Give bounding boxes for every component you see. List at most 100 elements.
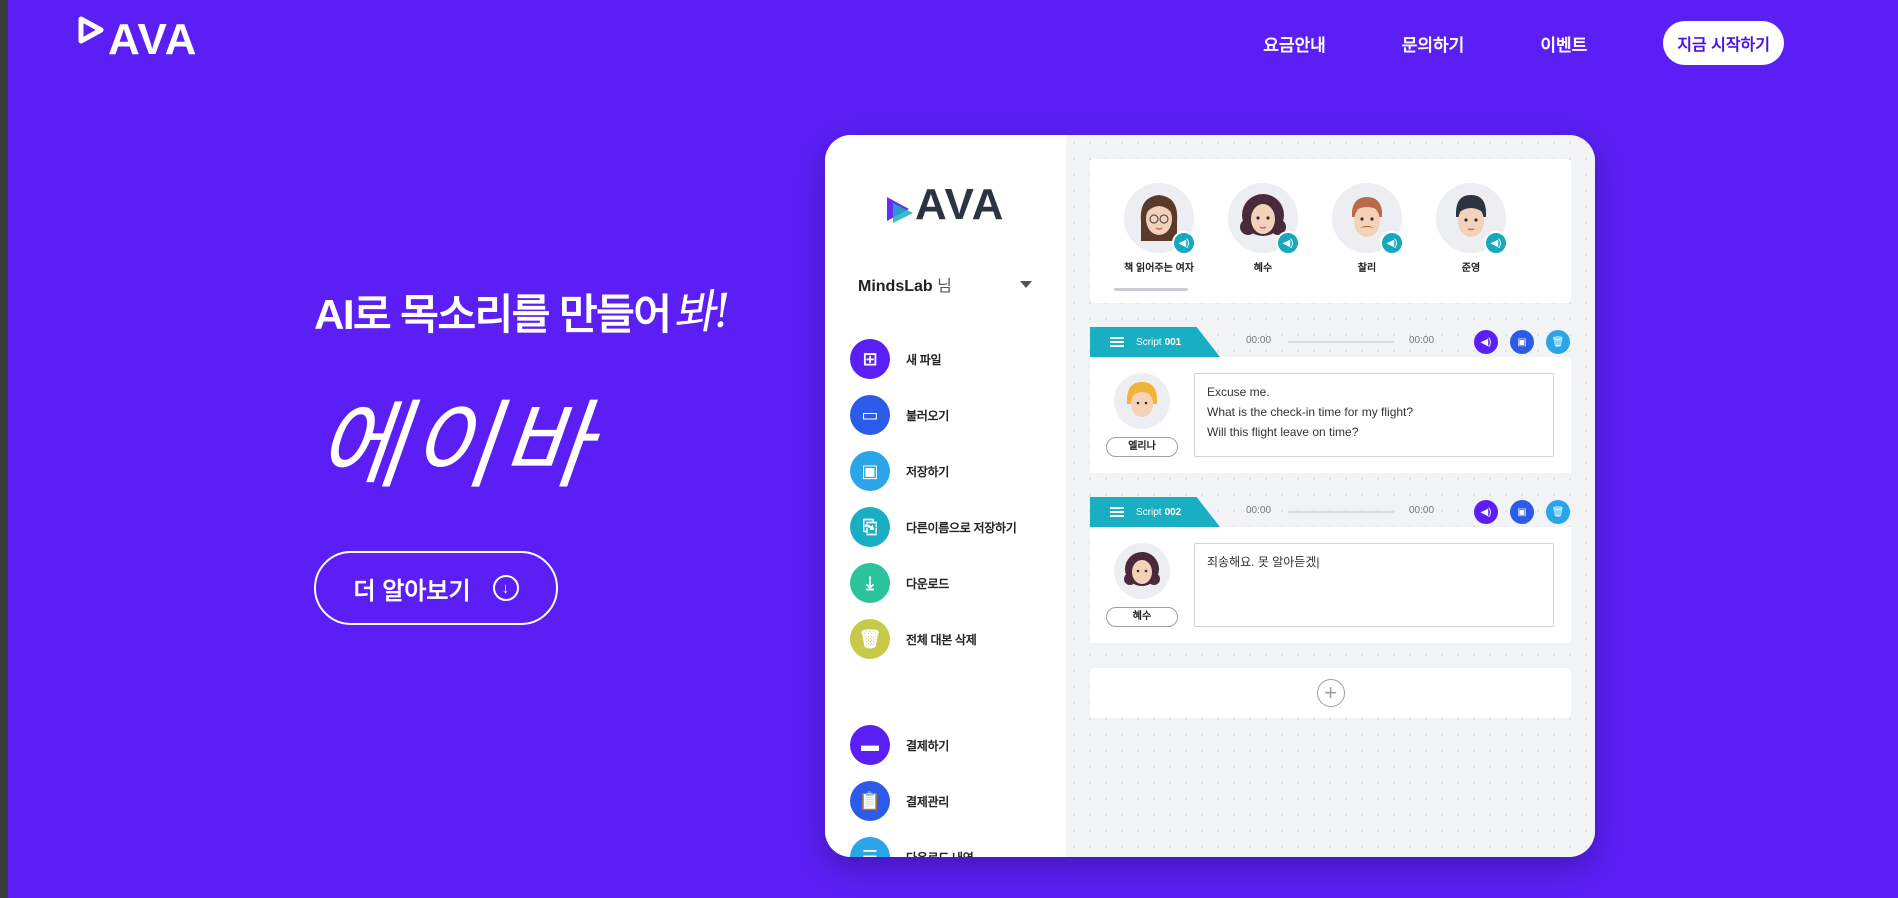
script-block: Script 002 00:00 00:00 ◀) ▣ 🗑 혜수 죄송해요. 못… <box>1090 497 1571 643</box>
sidebar-menu-label: 전체 대본 삭제 <box>906 632 977 647</box>
trash-icon: 🗑 <box>850 619 890 659</box>
voice-scrollbar[interactable] <box>1114 288 1188 291</box>
drag-handle-icon[interactable] <box>1110 337 1124 347</box>
user-suffix: 님 <box>937 278 952 295</box>
avatar: ◀) <box>1332 183 1404 255</box>
nav-contact[interactable]: 문의하기 <box>1402 31 1465 56</box>
voice-card[interactable]: ◀) 준영 <box>1426 183 1516 274</box>
save-icon: ▣ <box>850 451 890 491</box>
time-end: 00:00 <box>1409 505 1435 516</box>
play-audio-icon[interactable]: ◀) <box>1474 500 1498 524</box>
speaker-select[interactable]: 혜수 <box>1106 607 1178 627</box>
delete-icon[interactable]: 🗑 <box>1546 500 1570 524</box>
play-audio-icon[interactable]: ◀) <box>1474 330 1498 354</box>
time-start: 00:00 <box>1246 335 1272 346</box>
voice-name: 찰리 <box>1357 263 1377 274</box>
hero-title-hand: 봐! <box>670 283 733 341</box>
app-main: ◀) 책 읽어주는 여자 ◀) 혜수 ◀) 찰리 ◀) 준영 Script 00… <box>1066 135 1595 857</box>
voice-card[interactable]: ◀) 혜수 <box>1218 183 1308 274</box>
script-label-num: 001 <box>1164 336 1182 348</box>
sidebar-menu-label: 결제하기 <box>906 738 949 753</box>
script-text-input[interactable]: Excuse me. What is the check-in time for… <box>1194 373 1554 457</box>
sidebar-menu-item[interactable]: ☰ 다운로드 내역 <box>850 829 974 858</box>
user-menu[interactable]: MindsLab 님 <box>858 272 1032 296</box>
script-label-prefix: Script <box>1136 336 1162 348</box>
add-script-area[interactable]: + <box>1090 668 1571 718</box>
start-now-button[interactable]: 지금 시작하기 <box>1663 21 1784 65</box>
learn-more-button[interactable]: 더 알아보기 ↓ <box>314 551 558 625</box>
sidebar-menu-item[interactable]: ⤓ 다운로드 <box>850 555 1016 611</box>
voice-selector: ◀) 책 읽어주는 여자 ◀) 혜수 ◀) 찰리 ◀) 준영 <box>1090 159 1571 303</box>
card-icon: ▬ <box>850 725 890 765</box>
sidebar-menu-label: 다운로드 <box>906 576 949 591</box>
avatar: ◀) <box>1436 183 1508 255</box>
script-tab[interactable]: Script 001 <box>1090 327 1220 357</box>
sidebar-menu-item[interactable]: ▬ 결제하기 <box>850 717 973 773</box>
voice-card[interactable]: ◀) 책 읽어주는 여자 <box>1114 183 1204 274</box>
blonde-avatar-icon <box>1127 382 1157 417</box>
plus-circle-icon[interactable]: + <box>1316 679 1345 707</box>
speaker-icon[interactable]: ◀) <box>1484 231 1508 255</box>
sidebar-menu-top: ⊞ 새 파일 ▭ 불러오기 ▣ 저장하기 ⎘ 다른이름으로 저장하기 ⤓ 다운로드 🗑 전체 대본 삭… <box>850 331 1017 667</box>
script-line: Will this flight leave on time? <box>1207 425 1359 439</box>
voice-name: 책 읽어주는 여자 <box>1124 263 1194 274</box>
script-body: 혜수 죄송해요. 못 알아듣겠| <box>1090 527 1571 643</box>
script-header: Script 001 00:00 00:00 ◀) ▣ 🗑 <box>1090 327 1571 357</box>
copy-icon[interactable]: ▣ <box>1510 500 1534 524</box>
script-text-input[interactable]: 죄송해요. 못 알아듣겠| <box>1194 543 1554 627</box>
app-logo-mark-icon <box>885 193 915 227</box>
download-icon: ⤓ <box>850 563 890 603</box>
speaker-icon[interactable]: ◀) <box>1276 231 1300 255</box>
sidebar-menu-label: 저장하기 <box>906 464 949 479</box>
app-preview: AVA MindsLab 님 ⊞ 새 파일 ▭ 불러오기 ▣ 저장하기 ⎘ 다른이름으로 저장… <box>825 135 1595 857</box>
dropdown-caret-icon[interactable] <box>1020 280 1032 288</box>
drag-handle-icon[interactable] <box>1110 507 1124 517</box>
script-block: Script 001 00:00 00:00 ◀) ▣ 🗑 엘리나 Excuse… <box>1090 327 1571 473</box>
sidebar-menu-label: 다른이름으로 저장하기 <box>906 520 1017 535</box>
user-name: MindsLab <box>858 278 933 295</box>
script-body: 엘리나 Excuse me. What is the check-in time… <box>1090 357 1571 473</box>
sidebar-menu-item[interactable]: ▭ 불러오기 <box>850 387 1016 443</box>
timeline-bar[interactable] <box>1288 511 1394 513</box>
app-logo-text: AVA <box>915 180 1005 229</box>
script-line: Excuse me. <box>1207 385 1270 399</box>
voice-card[interactable]: ◀) 찰리 <box>1322 183 1412 274</box>
time-end: 00:00 <box>1409 335 1435 346</box>
speaker-icon[interactable]: ◀) <box>1380 231 1404 255</box>
delete-icon[interactable]: 🗑 <box>1546 330 1570 354</box>
sidebar-menu-item[interactable]: 📋 결제관리 <box>850 773 973 829</box>
nav-pricing[interactable]: 요금안내 <box>1263 31 1326 56</box>
hero-title: AI로 목소리를 만들어 봐! <box>314 276 733 342</box>
sidebar-menu-label: 다운로드 내역 <box>906 849 974 858</box>
script-label-prefix: Script <box>1136 506 1162 518</box>
hero-brand-handwriting: 에이바 <box>311 390 600 502</box>
woman-curly-avatar-icon <box>1124 552 1160 586</box>
app-sidebar: AVA MindsLab 님 ⊞ 새 파일 ▭ 불러오기 ▣ 저장하기 ⎘ 다른이름으로 저장… <box>825 135 1066 857</box>
sidebar-menu-item[interactable]: ▣ 저장하기 <box>850 443 1016 499</box>
script-header: Script 002 00:00 00:00 ◀) ▣ 🗑 <box>1090 497 1571 527</box>
speaker-select[interactable]: 엘리나 <box>1106 437 1178 457</box>
copy-icon[interactable]: ▣ <box>1510 330 1534 354</box>
avatar <box>1114 543 1170 599</box>
save-as-icon: ⎘ <box>850 507 890 547</box>
script-tab[interactable]: Script 002 <box>1090 497 1220 527</box>
app-logo: AVA <box>885 183 1004 227</box>
sidebar-menu-item[interactable]: 🗑 전체 대본 삭제 <box>850 611 1016 667</box>
window-edge <box>0 0 8 898</box>
script-line: 죄송해요. 못 알아듣겠| <box>1207 555 1320 569</box>
top-nav: 요금안내 문의하기 이벤트 지금 시작하기 <box>1263 21 1784 65</box>
play-logo-icon <box>76 16 106 46</box>
arrow-down-circle-icon: ↓ <box>492 575 519 601</box>
avatar <box>1114 373 1170 429</box>
sidebar-menu-item[interactable]: ⊞ 새 파일 <box>850 331 1016 387</box>
speaker-icon[interactable]: ◀) <box>1172 231 1196 255</box>
sidebar-menu-item[interactable]: ⎘ 다른이름으로 저장하기 <box>850 499 1017 555</box>
ava-logo[interactable]: AVA <box>76 12 197 62</box>
logo-text: AVA <box>108 15 198 64</box>
nav-event[interactable]: 이벤트 <box>1540 31 1587 56</box>
sidebar-menu-label: 새 파일 <box>906 352 942 367</box>
sidebar-menu-label: 불러오기 <box>906 408 949 423</box>
timeline-bar[interactable] <box>1288 341 1394 343</box>
avatar: ◀) <box>1228 183 1300 255</box>
plus-square-icon: ⊞ <box>850 339 890 379</box>
